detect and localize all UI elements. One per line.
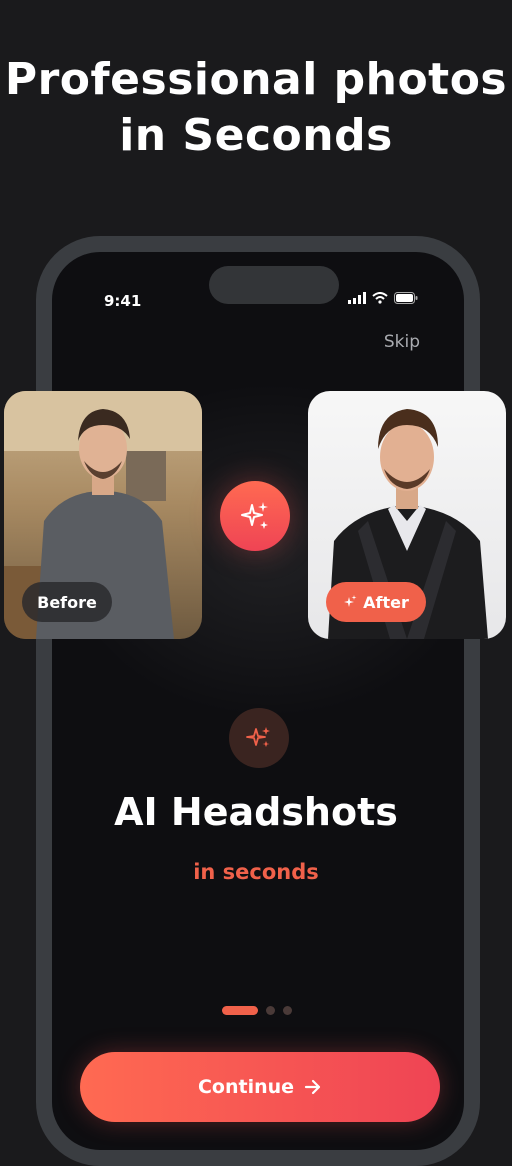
phone-mockup: 9:41 [36,236,480,1166]
skip-button[interactable]: Skip [384,332,420,352]
status-time: 9:41 [104,292,142,310]
sparkle-icon [246,727,270,747]
after-label-text: After [363,592,409,612]
pagination-dot[interactable] [266,1006,275,1015]
status-icons [348,292,418,304]
pagination-dot-active[interactable] [222,1006,258,1015]
sparkle-icon [241,502,268,529]
headline-line-2: in Seconds [119,110,393,161]
headline: Professional photos in Seconds [0,52,512,164]
pagination-dots [222,1006,292,1015]
battery-icon [394,292,418,304]
wifi-icon [372,292,388,304]
continue-label: Continue [197,1076,295,1098]
feature-subtitle: in seconds [193,860,319,884]
continue-button[interactable]: Continue [80,1052,440,1122]
after-label: After [326,582,426,622]
before-label-text: Before [37,592,97,612]
sparkle-icon [344,595,357,607]
feature-title: AI Headshots [114,790,398,834]
dynamic-island [209,266,339,304]
headline-line-1: Professional photos [4,54,508,105]
before-label: Before [22,582,112,622]
transform-sparkle-button [220,481,290,551]
feature-icon-badge [229,708,289,768]
arrow-right-icon [304,1079,321,1095]
pagination-dot[interactable] [283,1006,292,1015]
signal-icon [348,292,366,304]
